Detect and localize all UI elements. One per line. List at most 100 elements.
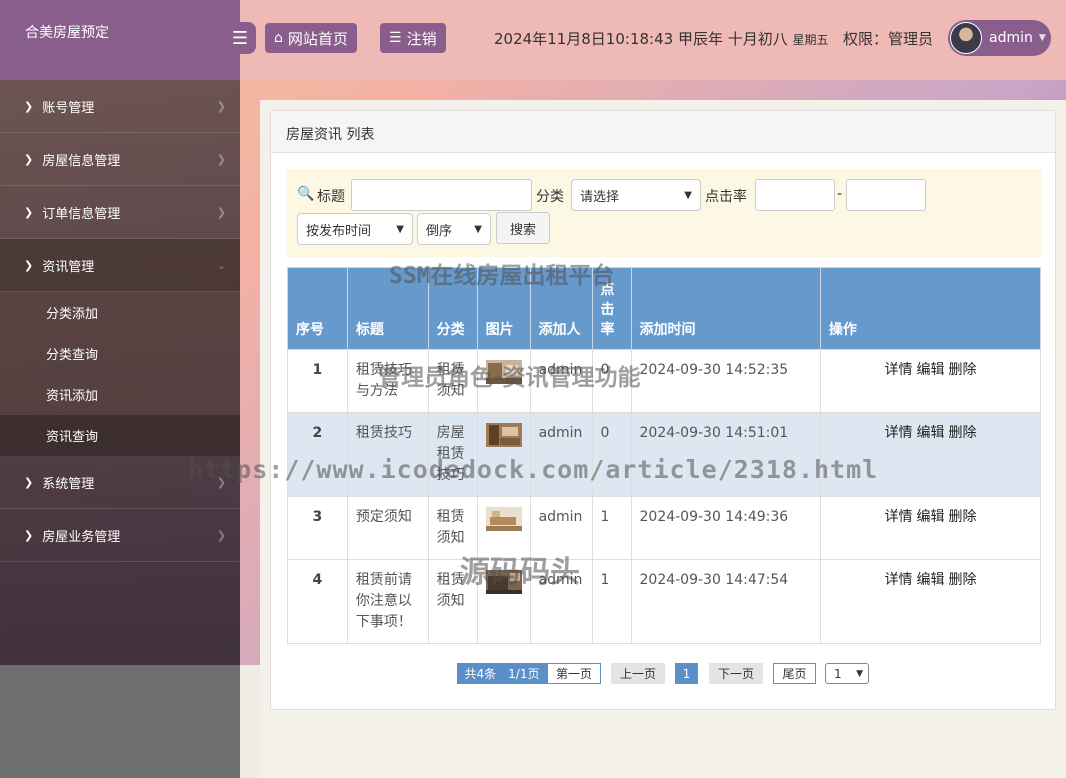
datetime-text: 2024年11月8日10:18:43 甲辰年 十月初八: [494, 30, 788, 48]
logout-button[interactable]: ☰ 注销: [380, 23, 446, 53]
delete-link[interactable]: 删除: [948, 362, 976, 378]
next-page-button[interactable]: 下一页: [709, 663, 763, 684]
row-category: 房屋租赁技巧: [427, 412, 478, 497]
sidebar: ❯ 账号管理 ❯ ❯ 房屋信息管理 ❯ ❯ 订单信息管理 ❯ ❯ 资讯管理 ⌄ …: [0, 80, 240, 665]
column-header[interactable]: 添加人: [529, 267, 593, 350]
sidebar-item-house-info[interactable]: ❯ 房屋信息管理 ❯: [0, 133, 240, 186]
delete-link[interactable]: 删除: [948, 425, 976, 441]
row-clicks: 1: [591, 559, 632, 644]
chevron-right-icon: ❯: [216, 475, 226, 489]
column-header[interactable]: 图片: [476, 267, 531, 350]
pagination-total: 共4条 1/1页: [457, 663, 547, 684]
column-header[interactable]: 序号: [287, 267, 348, 350]
sidebar-item-house-business[interactable]: ❯ 房屋业务管理 ❯: [0, 509, 240, 562]
row-thumbnail[interactable]: [476, 496, 531, 560]
sort-select[interactable]: 按发布时间 ▼: [297, 213, 413, 245]
row-actions: 详情 编辑 删除: [819, 349, 1042, 413]
sidebar-item-label: 房屋业务管理: [42, 529, 121, 545]
row-number: 1: [287, 349, 348, 413]
delete-link[interactable]: 删除: [948, 509, 976, 525]
column-header: 操作: [819, 267, 1042, 350]
sidebar-subitem-news-query[interactable]: 资讯查询: [0, 415, 240, 456]
search-button[interactable]: 搜索: [496, 212, 550, 244]
row-adder: admin: [529, 496, 593, 560]
home-icon: ⌂: [274, 30, 283, 46]
title-search-input[interactable]: [351, 179, 532, 211]
row-time: 2024-09-30 14:52:35: [630, 349, 821, 413]
column-header[interactable]: 点击率: [591, 267, 632, 350]
page-select[interactable]: 1 ▼: [825, 663, 869, 684]
logout-label: 注销: [406, 29, 437, 48]
sidebar-subitem-news-add[interactable]: 资讯添加: [0, 374, 240, 415]
sidebar-item-news[interactable]: ❯ 资讯管理 ⌄: [0, 239, 240, 292]
column-header[interactable]: 标题: [346, 267, 429, 350]
current-page-button[interactable]: 1: [675, 663, 698, 684]
clicks-min-input[interactable]: [755, 179, 835, 211]
permission-text: 权限：管理员: [843, 30, 934, 48]
chevron-right-icon: ❯: [216, 528, 226, 542]
row-number: 2: [287, 412, 348, 497]
detail-link[interactable]: 详情: [884, 362, 912, 378]
chevron-right-icon: ❯: [216, 205, 226, 219]
chevron-right-icon: ❯: [24, 205, 34, 219]
thumbnail-image: [485, 360, 522, 384]
avatar: [950, 22, 982, 54]
last-page-button[interactable]: 尾页: [773, 663, 816, 684]
order-select[interactable]: 倒序 ▼: [417, 213, 491, 245]
column-header[interactable]: 添加时间: [630, 267, 821, 350]
row-category: 租赁须知: [427, 559, 478, 644]
sidebar-item-account[interactable]: ❯ 账号管理 ❯: [0, 80, 240, 133]
title-label: 标题: [317, 189, 345, 205]
edit-link[interactable]: 编辑: [916, 509, 944, 525]
row-actions: 详情 编辑 删除: [819, 412, 1042, 497]
clicks-max-input[interactable]: [846, 179, 926, 211]
column-header[interactable]: 分类: [427, 267, 478, 350]
edit-link[interactable]: 编辑: [916, 362, 944, 378]
sidebar-subitem-category-add[interactable]: 分类添加: [0, 292, 240, 333]
first-page-button[interactable]: 第一页: [547, 663, 601, 684]
prev-page-button[interactable]: 上一页: [611, 663, 665, 684]
edit-link[interactable]: 编辑: [916, 425, 944, 441]
sidebar-item-label: 账号管理: [42, 100, 95, 116]
delete-link[interactable]: 删除: [948, 572, 976, 588]
chevron-down-icon: ▼: [684, 189, 692, 201]
list-panel: 房屋资讯 列表 🔍 标题 分类 请选择 ▼ 点击率 - 按发布时间 ▼ 倒序 ▼…: [270, 110, 1056, 710]
chevron-right-icon: ❯: [24, 99, 34, 113]
home-label: 网站首页: [287, 29, 348, 48]
sidebar-item-orders[interactable]: ❯ 订单信息管理 ❯: [0, 186, 240, 239]
table-row: 4 租赁前请你注意以下事项！ 租赁须知 admin 1 2024-09-30 1…: [287, 559, 1042, 644]
thumbnail-image: [485, 423, 522, 447]
row-thumbnail[interactable]: [476, 412, 531, 497]
chevron-down-icon: ▼: [474, 223, 482, 235]
row-thumbnail[interactable]: [476, 349, 531, 413]
row-actions: 详情 编辑 删除: [819, 496, 1042, 560]
category-select[interactable]: 请选择 ▼: [571, 179, 701, 211]
sort-selected: 按发布时间: [306, 223, 372, 239]
row-adder: admin: [529, 349, 593, 413]
detail-link[interactable]: 详情: [884, 572, 912, 588]
home-button[interactable]: ⌂ 网站首页: [265, 23, 357, 53]
chevron-right-icon: ❯: [24, 152, 34, 166]
sidebar-subitem-category-query[interactable]: 分类查询: [0, 333, 240, 374]
range-separator: -: [837, 186, 843, 202]
gutter-background: [240, 665, 260, 778]
row-thumbnail[interactable]: [476, 559, 531, 644]
news-table: 序号 标题 分类 图片 添加人 点击率 添加时间 操作 1 租赁技巧与方法 租赁…: [287, 267, 1042, 644]
row-adder: admin: [529, 559, 593, 644]
row-time: 2024-09-30 14:47:54: [630, 559, 821, 644]
thumbnail-image: [485, 570, 522, 594]
sidebar-item-label: 房屋信息管理: [42, 153, 121, 169]
menu-toggle-button[interactable]: ☰: [224, 22, 256, 54]
row-number: 4: [287, 559, 348, 644]
row-clicks: 0: [591, 349, 632, 413]
sidebar-item-system[interactable]: ❯ 系统管理 ❯: [0, 456, 240, 509]
search-icon: 🔍: [297, 186, 315, 202]
user-menu[interactable]: admin ▼: [948, 20, 1051, 56]
chevron-right-icon: ❯: [216, 99, 226, 113]
order-selected: 倒序: [426, 223, 453, 239]
detail-link[interactable]: 详情: [884, 425, 912, 441]
row-title: 租赁技巧与方法: [346, 349, 429, 413]
detail-link[interactable]: 详情: [884, 509, 912, 525]
chevron-right-icon: ❯: [24, 528, 34, 542]
edit-link[interactable]: 编辑: [916, 572, 944, 588]
